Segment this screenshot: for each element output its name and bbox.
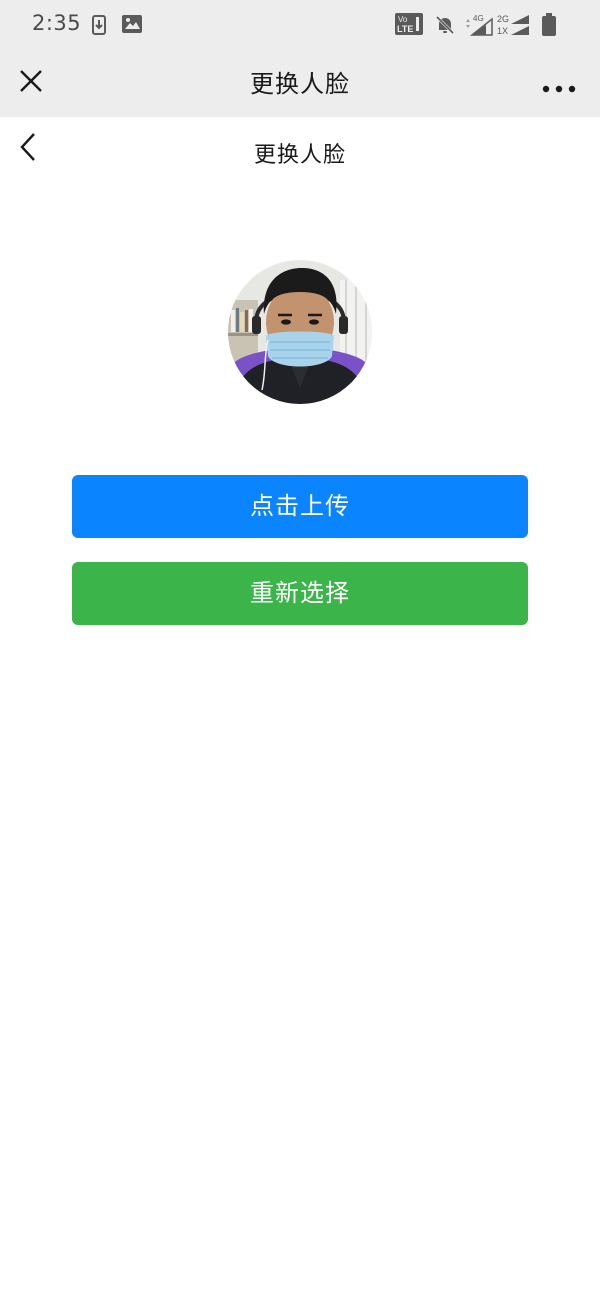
volte-bottom-text: LTE (397, 24, 413, 34)
volte-top-text: Vo (398, 15, 408, 24)
volte-icon: Vo LTE (395, 13, 423, 39)
page-title: 更换人脸 (253, 143, 346, 168)
network-1x-label: 1X (497, 26, 508, 36)
status-time: 2:35 (32, 11, 82, 35)
signal-4g-icon: 4G (464, 13, 494, 41)
battery-icon (541, 13, 557, 41)
status-bar: 2:35 Vo LTE 4G 2G 1X (0, 0, 600, 50)
download-icon (92, 15, 106, 39)
image-icon (122, 15, 142, 37)
reselect-button[interactable]: 重新选择 (72, 562, 528, 625)
face-avatar (228, 260, 372, 404)
page-header: 更换人脸 (0, 117, 600, 187)
upload-button[interactable]: 点击上传 (72, 475, 528, 538)
wechat-title-bar: 更换人脸 (0, 50, 600, 117)
mute-bell-icon (435, 15, 455, 39)
wechat-title: 更换人脸 (250, 70, 350, 98)
network-4g-label: 4G (473, 14, 484, 23)
more-icon[interactable] (542, 78, 576, 93)
network-2g-label: 2G (497, 14, 509, 24)
signal-2g-icon: 2G 1X (497, 13, 531, 41)
